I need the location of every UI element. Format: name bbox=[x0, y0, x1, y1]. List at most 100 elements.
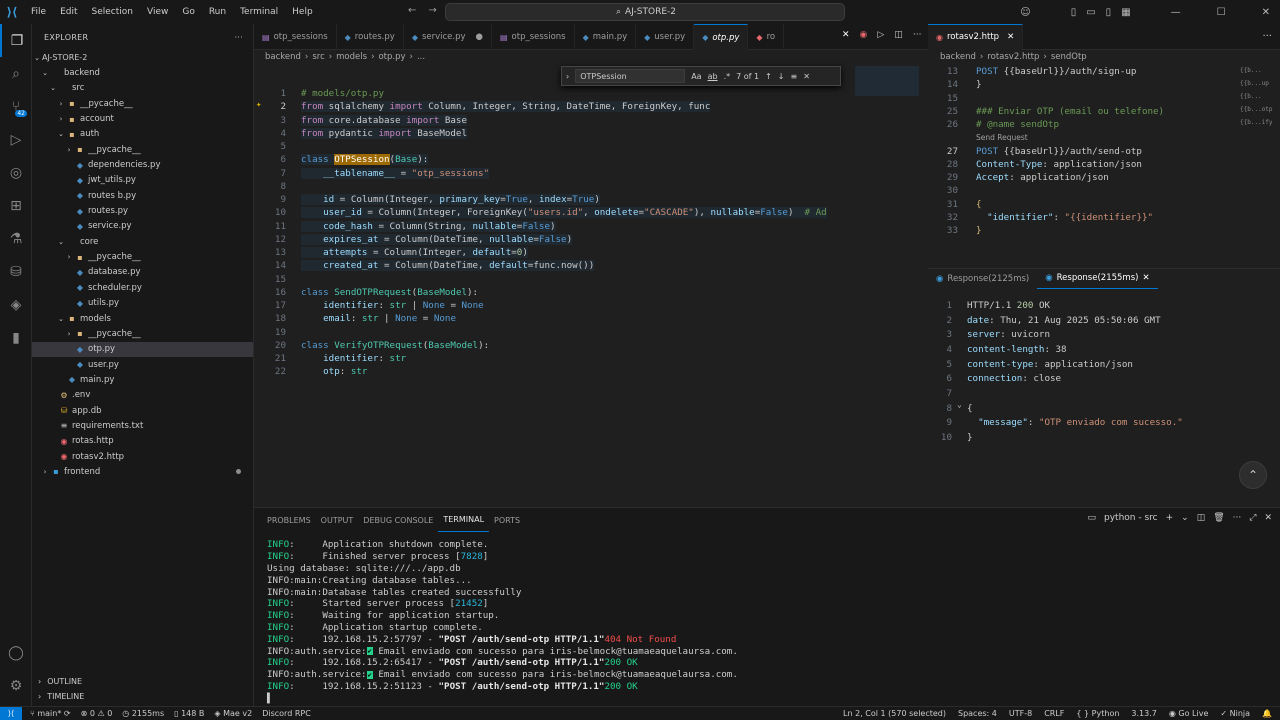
menu-edit[interactable]: Edit bbox=[53, 7, 84, 17]
tab-output[interactable]: OUTPUT bbox=[316, 508, 359, 532]
back-arrow-icon[interactable]: ← bbox=[408, 5, 416, 16]
menu-selection[interactable]: Selection bbox=[85, 7, 140, 17]
extensions-icon[interactable]: ⊞ bbox=[0, 189, 32, 222]
tree-item[interactable]: ◆ scheduler.py bbox=[32, 280, 253, 295]
scroll-to-top-button[interactable]: ⌃ bbox=[1239, 461, 1267, 489]
remote-indicator-icon[interactable]: ⟩⟨ bbox=[0, 706, 22, 720]
maximize-icon[interactable]: ☐ bbox=[1217, 7, 1226, 18]
size-status[interactable]: ▯ 148 B bbox=[174, 709, 204, 718]
breadcrumb-item[interactable]: rotasv2.http bbox=[987, 52, 1039, 62]
testing-icon[interactable]: ⚗ bbox=[0, 222, 32, 255]
tree-item[interactable]: ◉ rotasv2.http bbox=[32, 449, 253, 464]
eol-status[interactable]: CRLF bbox=[1044, 709, 1064, 718]
chevron-down-icon[interactable]: ⌄ bbox=[1181, 513, 1189, 523]
breadcrumb-item[interactable]: models bbox=[336, 52, 367, 62]
tab-main-py[interactable]: ◆ main.py bbox=[575, 24, 637, 50]
breadcrumb-item[interactable]: src bbox=[312, 52, 324, 62]
chevron-right-icon[interactable]: › bbox=[566, 72, 569, 81]
close-icon[interactable]: ✕ bbox=[1007, 32, 1014, 42]
workspace-root[interactable]: ⌄ AJ-STORE-2 bbox=[32, 50, 253, 65]
tree-item[interactable]: ⌄ core bbox=[32, 234, 253, 249]
menu-view[interactable]: View bbox=[140, 7, 175, 17]
tree-item[interactable]: ◆ jwt_utils.py bbox=[32, 173, 253, 188]
close-icon[interactable]: ✕ bbox=[1142, 273, 1149, 283]
mae-status[interactable]: ◈ Mae v2 bbox=[214, 709, 252, 718]
more-actions-icon[interactable]: ··· bbox=[1262, 31, 1272, 42]
menu-terminal[interactable]: Terminal bbox=[233, 7, 285, 17]
response-tab[interactable]: ◉ Response(2155ms) ✕ bbox=[1037, 269, 1158, 289]
discord-status[interactable]: Discord RPC bbox=[262, 709, 311, 718]
problems-status[interactable]: ⊗ 0 ⚠ 0 bbox=[81, 709, 113, 718]
tab-ro[interactable]: ◆ ro bbox=[748, 24, 785, 50]
ro-tab-icon[interactable]: ◉ bbox=[860, 30, 868, 40]
tree-item[interactable]: ◆ otp.py bbox=[32, 341, 253, 357]
menu-file[interactable]: File bbox=[24, 7, 53, 17]
tree-item[interactable]: › ▪ frontend bbox=[32, 464, 253, 479]
regex-toggle[interactable]: .* bbox=[724, 72, 731, 81]
new-terminal-icon[interactable]: + bbox=[1166, 513, 1174, 523]
timer-status[interactable]: ◷ 2155ms bbox=[122, 709, 164, 718]
explorer-icon[interactable]: ❐ bbox=[0, 24, 32, 57]
tab-otp-sessions[interactable]: ▤ otp_sessions bbox=[492, 24, 575, 50]
menu-help[interactable]: Help bbox=[285, 7, 320, 17]
tree-item[interactable]: ⌄ ▪ auth bbox=[32, 127, 253, 142]
tree-item[interactable]: ◆ service.py bbox=[32, 219, 253, 234]
breadcrumb-item[interactable]: sendOtp bbox=[1051, 52, 1087, 62]
tree-item[interactable]: ◆ main.py bbox=[32, 372, 253, 387]
minimize-icon[interactable]: — bbox=[1171, 7, 1181, 18]
encoding-status[interactable]: UTF-8 bbox=[1009, 709, 1032, 718]
trash-icon[interactable]: 🗑 bbox=[1213, 513, 1224, 523]
tree-item[interactable]: ◆ utils.py bbox=[32, 296, 253, 311]
find-input[interactable]: OTPSession bbox=[575, 69, 686, 83]
tree-item[interactable]: ⛁ app.db bbox=[32, 403, 253, 418]
lightbulb-icon[interactable]: ✦ bbox=[256, 100, 261, 110]
close-icon[interactable]: ✕ bbox=[803, 72, 810, 81]
database-icon[interactable]: ⛁ bbox=[0, 255, 32, 288]
tree-item[interactable]: ◆ routes b.py bbox=[32, 188, 253, 203]
tab-routes-py[interactable]: ◆ routes.py bbox=[337, 24, 404, 50]
tab-otp-py[interactable]: ◆ otp.py bbox=[694, 24, 749, 50]
golive-status[interactable]: ◉ Go Live bbox=[1169, 709, 1209, 718]
response-view[interactable]: 1 HTTP/1.1 200 OK 2 date: Thu, 21 Aug 2025 … bbox=[928, 298, 1280, 458]
close-icon[interactable]: ✕ bbox=[1264, 513, 1272, 523]
copilot-icon[interactable]: ☺ bbox=[1020, 7, 1030, 18]
response-tab[interactable]: ◉ Response(2125ms) bbox=[928, 269, 1037, 289]
command-center-search[interactable]: ⌕ AJ-STORE-2 bbox=[445, 3, 845, 21]
toggle-panel-icon[interactable]: ▭ bbox=[1086, 7, 1095, 18]
tree-item[interactable]: ◉ rotas.http bbox=[32, 434, 253, 449]
menu-go[interactable]: Go bbox=[175, 7, 201, 17]
search-icon[interactable]: ⌕ bbox=[0, 57, 32, 90]
language-status[interactable]: { } Python bbox=[1076, 709, 1119, 718]
tree-item[interactable]: ⚙ .env bbox=[32, 388, 253, 403]
outline-section[interactable]: › OUTLINE bbox=[32, 674, 254, 689]
shell-name[interactable]: python - src bbox=[1104, 513, 1158, 523]
indentation-status[interactable]: Spaces: 4 bbox=[958, 709, 997, 718]
tab-user-py[interactable]: ◆ user.py bbox=[636, 24, 695, 50]
tree-item[interactable]: ≡ requirements.txt bbox=[32, 418, 253, 433]
tree-item[interactable]: ◆ routes.py bbox=[32, 203, 253, 218]
tree-item[interactable]: ◆ dependencies.py bbox=[32, 157, 253, 172]
layout-icon[interactable]: ▦ bbox=[1121, 7, 1130, 18]
tree-item[interactable]: ◆ user.py bbox=[32, 357, 253, 372]
tree-item[interactable]: ◆ database.py bbox=[32, 265, 253, 280]
tab-ports[interactable]: PORTS bbox=[489, 508, 525, 532]
arrow-up-icon[interactable]: ↑ bbox=[765, 72, 772, 81]
bookmark-icon[interactable]: ▮ bbox=[0, 321, 32, 354]
http-editor[interactable]: 13 POST {{baseUrl}}/auth/sign-up 14} 15 25 ##… bbox=[928, 64, 1280, 264]
breadcrumb-item[interactable]: otp.py bbox=[378, 52, 405, 62]
toggle-sidebar-icon[interactable]: ▯ bbox=[1071, 7, 1077, 18]
find-in-selection-icon[interactable]: ≡ bbox=[791, 72, 798, 81]
gear-icon[interactable]: ⚙ bbox=[0, 669, 32, 702]
source-control-icon[interactable]: ⑂ 42 bbox=[0, 90, 32, 123]
tab-debug-console[interactable]: DEBUG CONSOLE bbox=[358, 508, 438, 532]
python-version[interactable]: 3.13.7 bbox=[1131, 709, 1156, 718]
tree-item[interactable]: › ▪ account bbox=[32, 111, 253, 126]
match-word-toggle[interactable]: ab bbox=[708, 72, 718, 81]
tree-item[interactable]: ⌄ src bbox=[32, 81, 253, 96]
tab-service-py[interactable]: ◆ service.py ● bbox=[404, 24, 492, 50]
menu-run[interactable]: Run bbox=[202, 7, 233, 17]
breadcrumb-item[interactable]: backend bbox=[940, 52, 976, 62]
arrow-down-icon[interactable]: ↓ bbox=[778, 72, 785, 81]
remote-icon[interactable]: ◎ bbox=[0, 156, 32, 189]
minimap[interactable] bbox=[855, 64, 919, 506]
